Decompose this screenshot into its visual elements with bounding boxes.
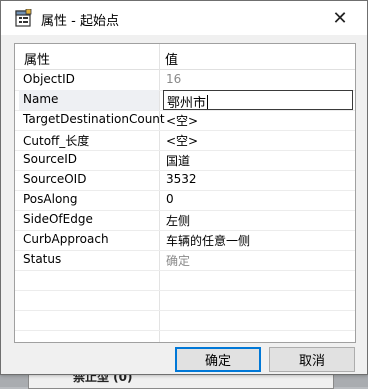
property-grid[interactable]: 属性 值 ObjectID 16 Name 鄂州市 TargetDestinat… [14,43,356,343]
property-name: PosAlong [23,192,78,206]
row-status[interactable]: Status 确定 [15,250,355,271]
empty-row [15,270,355,291]
property-value: 确定 [166,254,191,268]
row-targetdestinationcount[interactable]: TargetDestinationCount <空> [15,110,355,131]
name-edit-field[interactable]: 鄂州市 [163,90,353,111]
property-name: Status [23,252,62,266]
ok-button[interactable]: 确定 [175,347,261,372]
row-curbapproach[interactable]: CurbApproach 车辆的任意一侧 [15,230,355,251]
header-name: 属性 [24,53,51,68]
property-value: 3532 [166,172,197,186]
property-name: SideOfEdge [23,212,93,226]
close-button[interactable]: ✕ [317,1,363,35]
property-name: Name [23,92,59,106]
row-sourceoid[interactable]: SourceOID 3532 [15,170,355,191]
text-caret [207,95,209,109]
property-name: CurbApproach [23,232,109,246]
property-value: 16 [166,72,182,86]
property-value: <空> [166,114,199,128]
row-posalong[interactable]: PosAlong 0 [15,190,355,211]
property-value: 0 [166,192,174,206]
property-value: <空> [166,134,199,148]
row-sideofedge[interactable]: SideOfEdge 左侧 [15,210,355,231]
close-icon: ✕ [332,7,348,29]
row-name[interactable]: Name 鄂州市 [15,90,355,111]
property-name: Cutoff_长度 [23,134,90,148]
grid-header: 属性 值 [15,44,355,70]
cancel-button[interactable]: 取消 [269,347,355,372]
dialog-title: 属性 - 起始点 [41,14,119,29]
name-edit-value: 鄂州市 [167,96,207,111]
properties-dialog: 属性 - 起始点 ✕ 属性 值 ObjectID 16 Name 鄂州市 Tar… [0,0,368,375]
row-cutoff-length[interactable]: Cutoff_长度 <空> [15,130,355,151]
property-name: SourceOID [23,172,87,186]
empty-row [15,310,355,331]
row-sourceid[interactable]: SourceID 国道 [15,150,355,171]
property-value: 左侧 [166,214,191,228]
title-bar: 属性 - 起始点 ✕ [1,1,367,35]
header-value: 值 [165,53,179,68]
property-name: SourceID [23,152,77,166]
property-value: 国道 [166,154,191,168]
row-objectid[interactable]: ObjectID 16 [15,70,355,91]
empty-row [15,290,355,311]
property-name: ObjectID [23,72,75,86]
property-name: TargetDestinationCount [23,112,165,126]
property-value: 车辆的任意一侧 [166,234,251,248]
properties-icon [15,9,32,27]
